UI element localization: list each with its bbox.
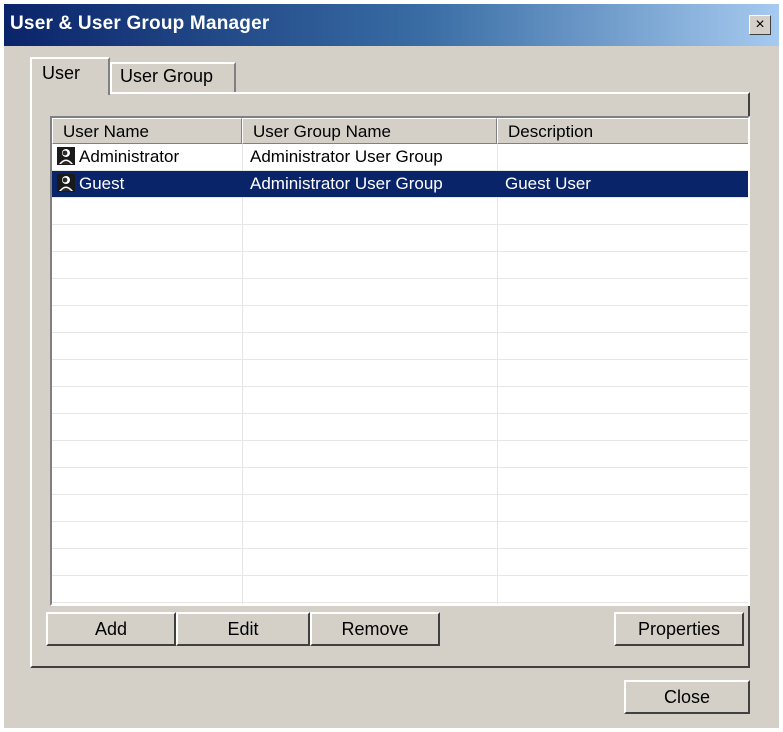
tab-user[interactable]: User [30,57,110,95]
tab-user-group[interactable]: User Group [110,62,236,92]
remove-button[interactable]: Remove [310,612,440,646]
empty-row [52,387,748,414]
close-icon[interactable]: × [749,15,771,35]
edit-button[interactable]: Edit [176,612,310,646]
column-header-description[interactable]: Description [497,118,748,144]
empty-row [52,549,748,576]
list-header: User Name User Group Name Description [52,118,748,144]
table-row[interactable]: Administrator Administrator User Group [52,144,748,171]
user-name-text: Administrator [79,147,180,166]
cell-user-name: Guest [52,171,242,198]
cell-description [497,144,748,171]
cell-user-group-name: Administrator User Group [250,174,443,193]
cell-user-group-name: Administrator User Group [250,147,443,166]
empty-row [52,198,748,225]
empty-row [52,306,748,333]
cell-user-name: Administrator [52,144,242,171]
table-row[interactable]: Guest Administrator User Group Guest User [52,171,748,198]
empty-row [52,441,748,468]
cell-description: Guest User [505,174,591,193]
user-icon [56,146,76,166]
column-header-user-group-name[interactable]: User Group Name [242,118,497,144]
empty-row [52,225,748,252]
title-bar[interactable]: User & User Group Manager × [4,4,779,46]
window-title: User & User Group Manager [10,13,270,34]
close-button[interactable]: Close [624,680,750,714]
empty-row [52,576,748,603]
column-header-user-name[interactable]: User Name [52,118,242,144]
empty-row [52,468,748,495]
empty-row [52,279,748,306]
user-name-text: Guest [79,174,125,193]
empty-row [52,414,748,441]
user-list[interactable]: User Name User Group Name Description Ad… [50,116,750,606]
empty-row [52,522,748,549]
empty-row [52,252,748,279]
list-rows: Administrator Administrator User Group Gue… [52,144,748,603]
tab-user-group-label: User Group [120,66,214,86]
empty-row [52,495,748,522]
properties-button[interactable]: Properties [614,612,744,646]
tab-user-label: User [42,63,81,83]
empty-row [52,360,748,387]
user-icon [56,173,76,193]
dialog-window: User & User Group Manager × User User Gr… [4,4,779,728]
add-button[interactable]: Add [46,612,176,646]
empty-row [52,333,748,360]
